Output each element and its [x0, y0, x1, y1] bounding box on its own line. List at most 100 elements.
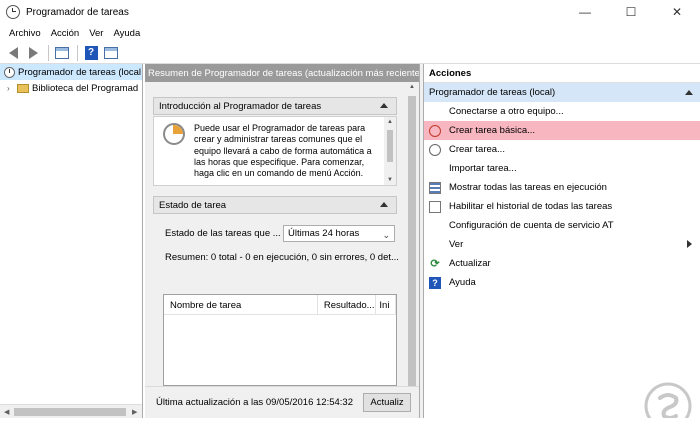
intro-section-header[interactable]: Introducción al Programador de tareas — [153, 97, 397, 115]
pane-icon — [104, 46, 118, 59]
collapse-icon[interactable] — [380, 103, 388, 108]
scrollbar-thumb[interactable] — [408, 96, 416, 386]
actions-title: Acciones — [424, 64, 700, 83]
action-label: Mostrar todas las tareas en ejecución — [449, 182, 607, 193]
menu-ver[interactable]: Ver — [84, 28, 108, 39]
menu-archivo[interactable]: Archivo — [4, 28, 46, 39]
actions-group-header[interactable]: Programador de tareas (local) — [424, 83, 700, 102]
back-arrow-icon — [8, 46, 18, 59]
action-import-task[interactable]: Importar tarea... — [424, 159, 700, 178]
tree-item-scheduler-local[interactable]: Programador de tareas (local — [0, 64, 142, 80]
menu-ayuda[interactable]: Ayuda — [108, 28, 145, 39]
intro-section-title: Introducción al Programador de tareas — [159, 100, 322, 112]
intro-panel: Puede usar el Programador de tareas para… — [153, 116, 397, 186]
action-connect[interactable]: Conectarse a otro equipo... — [424, 102, 700, 121]
tree-item-library[interactable]: › Biblioteca del Programad — [0, 80, 142, 96]
expand-icon[interactable]: › — [7, 84, 17, 93]
chevron-down-icon: ⌄ — [382, 230, 390, 240]
toolbar: ? — [0, 42, 700, 64]
toolbar-separator — [77, 44, 78, 61]
task-status-grid: Nombre de tarea Resultado... Ini — [163, 294, 397, 386]
forward-button[interactable] — [24, 44, 42, 62]
action-label: Conectarse a otro equipo... — [449, 106, 564, 117]
back-button[interactable] — [4, 44, 22, 62]
help-button[interactable]: ? — [82, 44, 100, 62]
clock-red-icon — [429, 124, 441, 137]
window-bottom-edge — [0, 418, 700, 438]
help-icon: ? — [84, 45, 98, 60]
refresh-icon: ⟳ — [430, 258, 440, 270]
action-create-basic-task[interactable]: Crear tarea básica... — [424, 121, 700, 140]
action-label: Crear tarea básica... — [449, 125, 536, 136]
summary-vertical-scrollbar[interactable]: ▲ ▼ — [405, 82, 419, 404]
summary-pane: Resumen de Programador de tareas (actual… — [145, 64, 419, 418]
window-title: Programador de tareas — [26, 6, 129, 18]
console-tree: Programador de tareas (local › Bibliotec… — [0, 64, 143, 418]
column-task-name[interactable]: Nombre de tarea — [164, 295, 318, 315]
action-show-running-tasks[interactable]: Mostrar todas las tareas en ejecución — [424, 178, 700, 197]
action-enable-history[interactable]: Habilitar el historial de todas las tare… — [424, 197, 700, 216]
menu-accion[interactable]: Acción — [46, 28, 85, 39]
scroll-down-icon[interactable]: ▼ — [387, 177, 393, 183]
refresh-button[interactable]: Actualiz — [363, 393, 411, 412]
blank-icon — [429, 106, 441, 118]
actions-group-label: Programador de tareas (local) — [429, 87, 556, 98]
scroll-up-icon[interactable]: ▲ — [387, 119, 393, 125]
scroll-left-icon[interactable]: ◀ — [4, 408, 9, 416]
title-bar: Programador de tareas — ☐ ✕ — [0, 0, 700, 24]
status-summary: Resumen: 0 total - 0 en ejecución, 0 sin… — [165, 252, 399, 263]
summary-body: Introducción al Programador de tareas Pu… — [145, 82, 419, 418]
help-icon: ? — [429, 276, 441, 289]
status-section-title: Estado de tarea — [159, 199, 227, 211]
status-section-header[interactable]: Estado de tarea — [153, 196, 397, 214]
scheduler-clock-icon — [163, 123, 185, 145]
status-filter-label: Estado de las tareas que ... — [165, 228, 281, 239]
close-button[interactable]: ✕ — [654, 0, 700, 24]
action-label: Configuración de cuenta de servicio AT — [449, 220, 614, 231]
column-start[interactable]: Ini — [376, 295, 396, 315]
collapse-icon[interactable] — [380, 202, 388, 207]
maximize-button[interactable]: ☐ — [608, 0, 654, 24]
clock-icon — [4, 66, 15, 78]
toolbar-separator — [48, 44, 49, 61]
action-at-service-account[interactable]: Configuración de cuenta de servicio AT — [424, 216, 700, 235]
scrollbar-thumb[interactable] — [387, 130, 393, 162]
action-create-task[interactable]: Crear tarea... — [424, 140, 700, 159]
scroll-up-icon[interactable]: ▲ — [409, 84, 415, 90]
blank-icon — [429, 220, 441, 232]
status-filter-select[interactable]: Últimas 24 horas ⌄ — [283, 225, 395, 242]
task-scheduler-icon — [6, 5, 20, 19]
window-controls: — ☐ ✕ — [562, 0, 700, 24]
intro-text: Puede usar el Programador de tareas para… — [194, 123, 372, 179]
menu-bar: Archivo Acción Ver Ayuda — [0, 24, 700, 42]
scroll-right-icon[interactable]: ▶ — [132, 408, 137, 416]
forward-arrow-icon — [28, 46, 38, 59]
history-icon — [429, 200, 441, 213]
show-hide-console-tree-button[interactable] — [53, 44, 71, 62]
summary-header: Resumen de Programador de tareas (actual… — [145, 64, 419, 82]
blank-icon — [429, 163, 441, 175]
action-label: Actualizar — [449, 258, 491, 269]
column-result[interactable]: Resultado... — [318, 295, 377, 315]
action-refresh[interactable]: ⟳ Actualizar — [424, 254, 700, 273]
action-label: Ver — [449, 239, 464, 250]
action-help[interactable]: ? Ayuda — [424, 273, 700, 292]
intro-scrollbar[interactable]: ▲ ▼ — [384, 117, 396, 185]
list-icon — [429, 181, 441, 194]
submenu-arrow-icon — [687, 240, 692, 248]
grid-header: Nombre de tarea Resultado... Ini — [164, 295, 396, 315]
minimize-button[interactable]: — — [562, 0, 608, 24]
action-view[interactable]: Ver — [424, 235, 700, 254]
tree-item-label: Programador de tareas (local — [18, 66, 142, 78]
action-label: Crear tarea... — [449, 144, 505, 155]
show-hide-action-pane-button[interactable] — [102, 44, 120, 62]
tree-item-label: Biblioteca del Programad — [32, 82, 139, 94]
action-label: Habilitar el historial de todas las tare… — [449, 201, 613, 212]
folder-icon — [17, 83, 29, 93]
pane-icon — [55, 46, 69, 59]
tree-horizontal-scrollbar[interactable]: ◀ ▶ — [0, 404, 142, 418]
blank-icon — [429, 239, 441, 251]
collapse-icon[interactable] — [685, 90, 693, 95]
action-label: Ayuda — [449, 277, 476, 288]
scrollbar-thumb[interactable] — [14, 408, 126, 416]
